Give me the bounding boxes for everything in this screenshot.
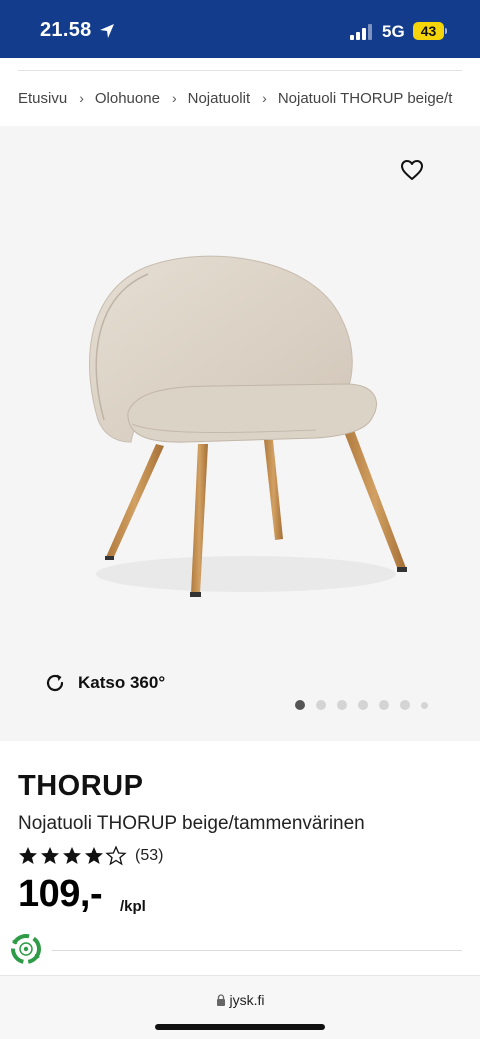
lock-icon — [216, 994, 225, 1006]
breadcrumb-item-current: Nojatuoli THORUP beige/t — [277, 89, 453, 107]
gallery-dot-4[interactable] — [358, 700, 368, 710]
product-rating[interactable]: (53) — [18, 846, 163, 866]
browser-url-bar[interactable]: jysk.fi — [0, 975, 480, 1039]
signal-icon — [350, 24, 372, 40]
breadcrumb-separator: › — [262, 90, 267, 107]
price-unit: /kpl — [120, 898, 146, 915]
header-divider — [18, 70, 462, 71]
product-image-chair[interactable] — [76, 252, 416, 607]
gallery-dot-7[interactable] — [421, 701, 428, 709]
gallery-pagination — [295, 700, 439, 710]
breadcrumb-item-armchairs[interactable]: Nojatuolit — [188, 90, 251, 107]
gallery-dot-3[interactable] — [337, 700, 347, 710]
gallery-dot-5[interactable] — [379, 700, 389, 710]
location-arrow-icon — [100, 24, 114, 38]
view-360-button[interactable]: Katso 360° — [44, 670, 165, 696]
gallery-dot-1[interactable] — [295, 700, 305, 710]
status-bar: 21.58 5G 43 — [0, 0, 480, 58]
gallery-dot-6[interactable] — [400, 700, 410, 710]
rotate-icon — [46, 674, 64, 692]
battery-level: 43 — [413, 22, 444, 40]
product-title: THORUP — [18, 770, 144, 802]
home-indicator[interactable] — [155, 1024, 325, 1030]
url-display[interactable]: jysk.fi — [0, 992, 480, 1008]
url-text: jysk.fi — [229, 992, 265, 1008]
rating-stars-icon — [19, 846, 126, 865]
status-time: 21.58 — [40, 19, 92, 41]
section-divider — [52, 950, 462, 951]
breadcrumb-separator: › — [79, 90, 84, 107]
favorite-heart-icon[interactable] — [400, 159, 424, 181]
breadcrumb-separator: › — [171, 90, 177, 107]
breadcrumb: Etusivu › Olohuone › Nojatuolit › Nojatuoli TH… — [18, 89, 462, 111]
battery-icon: 43 — [413, 22, 447, 40]
breadcrumb-item-home[interactable]: Etusivu — [18, 90, 67, 107]
breadcrumb-item-living-room[interactable]: Olohuone — [95, 90, 160, 107]
sustainability-icon — [11, 934, 41, 964]
review-count[interactable]: (53) — [135, 847, 163, 865]
network-type: 5G — [382, 22, 405, 41]
gallery-dot-2[interactable] — [316, 700, 326, 710]
product-price: 109,- — [18, 873, 103, 915]
product-description: Nojatuoli THORUP beige/tammenvärinen — [18, 813, 365, 834]
view-360-label: Katso 360° — [78, 673, 166, 692]
